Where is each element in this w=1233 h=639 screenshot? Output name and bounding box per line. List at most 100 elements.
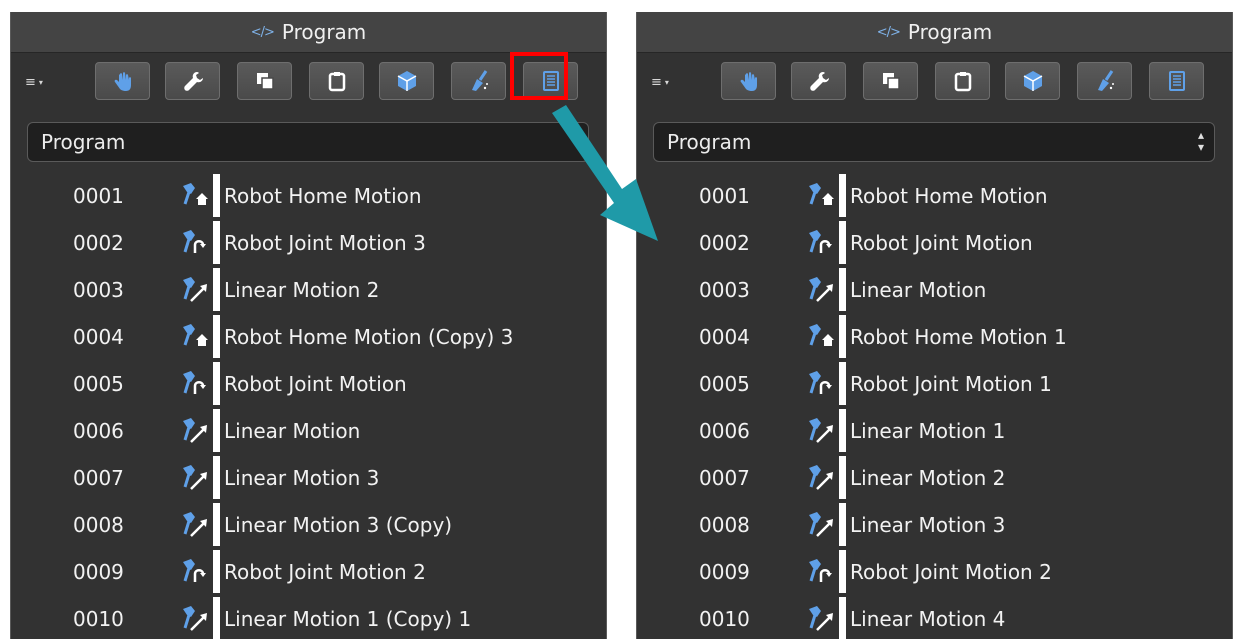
row-number: 0009 <box>73 559 124 584</box>
caret-down-icon: ▾ <box>38 77 43 87</box>
row-label: Robot Joint Motion 2 <box>224 559 426 584</box>
broom-icon <box>471 70 488 91</box>
updown-icon: ▴ ▾ <box>1197 128 1204 154</box>
row-marker <box>213 597 220 639</box>
wrench-icon <box>809 72 829 91</box>
row-number: 0003 <box>699 277 750 302</box>
clipboard-button[interactable] <box>935 62 990 100</box>
row-marker <box>213 221 220 264</box>
robot-home-icon <box>179 321 211 351</box>
highlight-frame <box>510 52 568 100</box>
code-icon: </> <box>876 24 901 40</box>
program-list: 0001 Robot Home Motion 0002 Robot Joint Mot… <box>637 172 1232 639</box>
linear-motion-icon <box>179 274 211 304</box>
clipboard-icon <box>954 72 971 92</box>
row-label: Robot Joint Motion 3 <box>224 230 426 255</box>
list-item[interactable]: 0003 Linear Motion 2 <box>11 266 606 313</box>
list-item[interactable]: 0006 Linear Motion 1 <box>637 407 1232 454</box>
program-select-value: Program <box>41 130 126 154</box>
hamburger-icon: ≡ <box>25 74 36 90</box>
list-item[interactable]: 0004 Robot Home Motion (Copy) 3 <box>11 313 606 360</box>
wrench-icon <box>183 72 203 91</box>
row-label: Linear Motion 1 (Copy) 1 <box>224 606 472 631</box>
linear-motion-icon <box>805 462 837 492</box>
list-item[interactable]: 0008 Linear Motion 3 (Copy) <box>11 501 606 548</box>
row-label: Robot Joint Motion 1 <box>850 371 1052 396</box>
row-number: 0007 <box>73 465 124 490</box>
row-number: 0008 <box>699 512 750 537</box>
wrench-button[interactable] <box>165 62 220 100</box>
clean-button[interactable] <box>1077 62 1132 100</box>
sort-list-button[interactable] <box>1149 62 1204 100</box>
panel-title-bar: </> Program <box>11 12 606 53</box>
row-label: Linear Motion 1 <box>850 418 1006 443</box>
row-number: 0001 <box>73 183 124 208</box>
row-marker <box>839 456 846 499</box>
linear-motion-icon <box>805 274 837 304</box>
row-marker <box>213 550 220 593</box>
linear-motion-icon <box>179 509 211 539</box>
list-item[interactable]: 0002 Robot Joint Motion 3 <box>11 219 606 266</box>
robot-joint-icon <box>179 227 211 257</box>
cube-icon <box>397 71 416 91</box>
list-item[interactable]: 0009 Robot Joint Motion 2 <box>11 548 606 595</box>
panel-title-bar: </> Program <box>637 12 1232 53</box>
list-item[interactable]: 0005 Robot Joint Motion <box>11 360 606 407</box>
row-label: Linear Motion 3 <box>850 512 1006 537</box>
program-panel-before: </> Program ≡ ▾ Program 0001 Robot Home … <box>10 12 607 639</box>
program-select[interactable]: Program <box>27 122 589 162</box>
hand-button[interactable] <box>721 62 776 100</box>
list-item[interactable]: 0005 Robot Joint Motion 1 <box>637 360 1232 407</box>
row-label: Linear Motion <box>850 277 987 302</box>
list-item[interactable]: 0007 Linear Motion 3 <box>11 454 606 501</box>
hand-icon <box>740 72 757 91</box>
list-item[interactable]: 0001 Robot Home Motion <box>11 172 606 219</box>
row-label: Linear Motion 3 (Copy) <box>224 512 453 537</box>
row-marker <box>213 174 220 217</box>
clean-button[interactable] <box>451 62 506 100</box>
row-label: Linear Motion 2 <box>850 465 1006 490</box>
row-label: Robot Joint Motion 2 <box>850 559 1052 584</box>
program-panel-after: </> Program ≡ ▾ Program ▴ ▾ 0001 Robot H… <box>636 12 1233 639</box>
row-marker <box>213 409 220 452</box>
menu-button[interactable]: ≡ ▾ <box>25 70 59 94</box>
list-item[interactable]: 0006 Linear Motion <box>11 407 606 454</box>
list-item[interactable]: 0004 Robot Home Motion 1 <box>637 313 1232 360</box>
hand-icon <box>114 72 131 91</box>
row-marker <box>839 221 846 264</box>
robot-home-icon <box>805 321 837 351</box>
linear-motion-icon <box>179 603 211 633</box>
copy-icon <box>256 73 274 90</box>
program-select[interactable]: Program ▴ ▾ <box>653 122 1215 162</box>
caret-down-icon: ▾ <box>664 77 669 87</box>
copy-button[interactable] <box>863 62 918 100</box>
broom-icon <box>1097 70 1114 91</box>
program-list: 0001 Robot Home Motion 0002 Robot Joint Mot… <box>11 172 606 639</box>
row-marker <box>213 503 220 546</box>
list-item[interactable]: 0002 Robot Joint Motion <box>637 219 1232 266</box>
row-marker <box>839 174 846 217</box>
list-item[interactable]: 0001 Robot Home Motion <box>637 172 1232 219</box>
copy-button[interactable] <box>237 62 292 100</box>
linear-motion-icon <box>179 415 211 445</box>
row-marker <box>839 409 846 452</box>
list-item[interactable]: 0009 Robot Joint Motion 2 <box>637 548 1232 595</box>
cube-button[interactable] <box>379 62 434 100</box>
cube-button[interactable] <box>1005 62 1060 100</box>
clipboard-button[interactable] <box>309 62 364 100</box>
row-marker <box>839 503 846 546</box>
hand-button[interactable] <box>95 62 150 100</box>
list-item[interactable]: 0010 Linear Motion 1 (Copy) 1 <box>11 595 606 639</box>
robot-joint-icon <box>805 556 837 586</box>
wrench-button[interactable] <box>791 62 846 100</box>
list-item[interactable]: 0010 Linear Motion 4 <box>637 595 1232 639</box>
row-number: 0010 <box>699 606 750 631</box>
list-item[interactable]: 0007 Linear Motion 2 <box>637 454 1232 501</box>
row-marker <box>213 362 220 405</box>
list-item[interactable]: 0008 Linear Motion 3 <box>637 501 1232 548</box>
cube-icon <box>1023 71 1042 91</box>
arrow-icon <box>552 105 658 241</box>
sort-list-icon <box>1168 71 1185 91</box>
menu-button[interactable]: ≡ ▾ <box>651 70 685 94</box>
list-item[interactable]: 0003 Linear Motion <box>637 266 1232 313</box>
